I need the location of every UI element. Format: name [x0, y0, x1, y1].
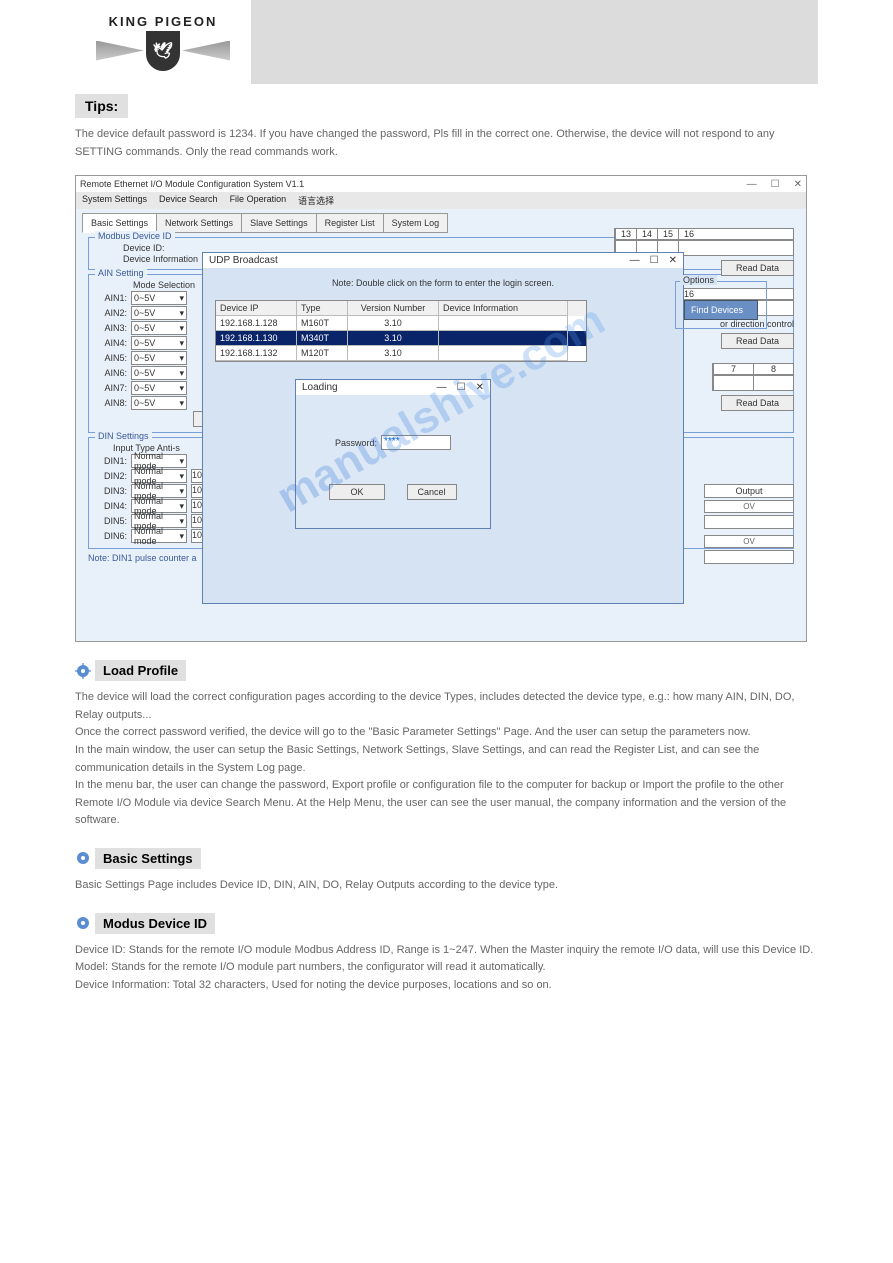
maximize-icon[interactable]: ☐: [771, 179, 780, 190]
gear-icon: [75, 915, 91, 931]
ain6-select[interactable]: 0~5V▾: [131, 366, 187, 380]
basic-settings-text: Basic Settings Page includes Device ID, …: [75, 877, 818, 895]
gear-icon: [75, 850, 91, 866]
device-row-selected[interactable]: 192.168.1.130M340T3.10: [216, 331, 586, 346]
close-icon[interactable]: ✕: [794, 179, 802, 190]
load-profile-text: The device will load the correct configu…: [75, 689, 818, 830]
find-devices-button[interactable]: Find Devices: [684, 300, 758, 320]
ok-button[interactable]: OK: [329, 484, 384, 500]
modbus-id-text: Device ID: Stands for the remote I/O mod…: [75, 942, 818, 995]
tips-label: Tips:: [75, 94, 128, 118]
ain5-select[interactable]: 0~5V▾: [131, 351, 187, 365]
loading-dialog: Loading — ☐ ✕ Password: **** OK Cancel: [295, 379, 491, 529]
device-row[interactable]: 192.168.1.128M160T3.10: [216, 316, 586, 331]
ain4-select[interactable]: 0~5V▾: [131, 336, 187, 350]
device-row[interactable]: 192.168.1.132M120T3.10: [216, 346, 586, 361]
shield-icon: 🕊: [146, 31, 180, 71]
chevron-down-icon: ▾: [179, 293, 184, 304]
output-header: Output: [704, 484, 794, 498]
close-icon[interactable]: ✕: [476, 382, 484, 393]
read-data-button-2[interactable]: Read Data: [721, 333, 794, 349]
udp-title: UDP Broadcast: [209, 255, 278, 266]
tab-register[interactable]: Register List: [316, 213, 384, 233]
tab-network[interactable]: Network Settings: [156, 213, 242, 233]
modbus-group: Modbus Device ID: [95, 231, 175, 241]
read-data-button-1[interactable]: Read Data: [721, 260, 794, 276]
cancel-button[interactable]: Cancel: [407, 484, 457, 500]
ain2-select[interactable]: 0~5V▾: [131, 306, 187, 320]
ain3-select[interactable]: 0~5V▾: [131, 321, 187, 335]
basic-settings-label: Basic Settings: [95, 848, 201, 869]
minimize-icon[interactable]: —: [747, 179, 757, 190]
udp-note: Note: Double click on the form to enter …: [203, 278, 683, 288]
modbus-id-label: Modus Device ID: [95, 913, 215, 934]
close-icon[interactable]: ✕: [669, 255, 677, 266]
menu-search[interactable]: Device Search: [159, 194, 218, 207]
loading-title: Loading: [302, 382, 338, 393]
load-profile-label: Load Profile: [95, 660, 186, 681]
tab-basic[interactable]: Basic Settings: [82, 213, 157, 233]
password-input[interactable]: ****: [381, 435, 451, 450]
tips-text: The device default password is 1234. If …: [75, 126, 818, 161]
ain8-select[interactable]: 0~5V▾: [131, 396, 187, 410]
read-data-button-3[interactable]: Read Data: [721, 395, 794, 411]
ain-group: AIN Setting: [95, 268, 147, 278]
window-title: Remote Ethernet I/O Module Configuration…: [80, 179, 304, 189]
menu-lang[interactable]: 语言选择: [298, 194, 334, 207]
maximize-icon[interactable]: ☐: [650, 255, 659, 266]
maximize-icon[interactable]: ☐: [457, 382, 466, 393]
menu-system[interactable]: System Settings: [82, 194, 147, 207]
ain7-select[interactable]: 0~5V▾: [131, 381, 187, 395]
din6-select[interactable]: Normal mode▾: [131, 529, 187, 543]
menu-file[interactable]: File Operation: [230, 194, 287, 207]
gear-icon: [75, 663, 91, 679]
app-window: Remote Ethernet I/O Module Configuration…: [75, 175, 807, 642]
tab-slave[interactable]: Slave Settings: [241, 213, 317, 233]
tab-syslog[interactable]: System Log: [383, 213, 449, 233]
din-group: DIN Settings: [95, 431, 152, 441]
logo: KING PIGEON 🕊: [75, 0, 251, 84]
ain1-select[interactable]: 0~5V▾: [131, 291, 187, 305]
minimize-icon[interactable]: —: [630, 255, 640, 266]
password-label: Password:: [335, 438, 377, 448]
minimize-icon[interactable]: —: [437, 382, 447, 393]
